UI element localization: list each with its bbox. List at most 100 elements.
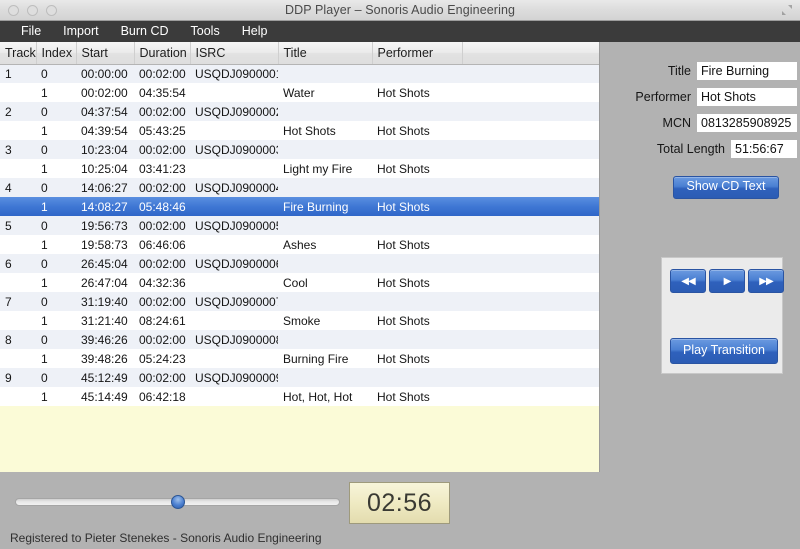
cell-isrc: USQDJ0900005 [190,216,278,235]
table-row[interactable]: 139:48:2605:24:23Burning FireHot Shots [0,349,600,368]
column-header-index[interactable]: Index [36,42,76,64]
title-row: Title [607,62,797,80]
cell-performer: Hot Shots [372,273,462,292]
performer-row: Performer [607,88,797,106]
cell-title [278,254,372,273]
show-cd-text-button[interactable]: Show CD Text [673,176,779,199]
table-row[interactable]: 5019:56:7300:02:00USQDJ0900005 [0,216,600,235]
cell-start: 00:00:00 [76,64,134,83]
menu-tools[interactable]: Tools [180,21,231,42]
cell-performer [372,330,462,349]
cell-title: Hot, Hot, Hot [278,387,372,406]
cell-duration: 00:02:00 [134,216,190,235]
table-row[interactable]: 7031:19:4000:02:00USQDJ0900007 [0,292,600,311]
cell-blank [462,216,600,235]
play-transition-button[interactable]: Play Transition [670,338,778,364]
total-length-label: Total Length [657,142,731,156]
mcn-field[interactable] [697,114,797,132]
menu-import[interactable]: Import [52,21,109,42]
cell-track [0,349,36,368]
table-row[interactable]: 119:58:7306:46:06AshesHot Shots [0,235,600,254]
table-row[interactable]: 104:39:5405:43:25Hot ShotsHot Shots [0,121,600,140]
cell-duration: 00:02:00 [134,368,190,387]
cell-performer [372,292,462,311]
table-row[interactable]: 3010:23:0400:02:00USQDJ0900003 [0,140,600,159]
column-header-title[interactable]: Title [278,42,372,64]
fast-forward-icon[interactable]: ▶▶ [748,269,784,293]
cell-performer: Hot Shots [372,121,462,140]
cell-index: 0 [36,292,76,311]
cell-track: 7 [0,292,36,311]
cell-title [278,368,372,387]
total-length-field [731,140,797,158]
seek-slider-thumb[interactable] [171,495,185,509]
title-field[interactable] [697,62,797,80]
performer-field[interactable] [697,88,797,106]
cell-isrc [190,273,278,292]
table-row[interactable]: 6026:45:0400:02:00USQDJ0900006 [0,254,600,273]
table-row[interactable]: 8039:46:2600:02:00USQDJ0900008 [0,330,600,349]
cell-track: 8 [0,330,36,349]
table-row[interactable]: 100:02:0004:35:54WaterHot Shots [0,83,600,102]
cell-title: Cool [278,273,372,292]
column-header-start[interactable]: Start [76,42,134,64]
cell-duration: 00:02:00 [134,254,190,273]
menu-file[interactable]: File [10,21,52,42]
cell-performer [372,254,462,273]
cell-index: 1 [36,159,76,178]
rewind-icon[interactable]: ◀◀ [670,269,706,293]
title-label: Title [668,64,697,78]
play-icon[interactable]: ▶ [709,269,745,293]
title-bar: DDP Player – Sonoris Audio Engineering [0,0,800,21]
table-row[interactable]: 110:25:0403:41:23Light my FireHot Shots [0,159,600,178]
column-header-duration[interactable]: Duration [134,42,190,64]
cell-duration: 06:42:18 [134,387,190,406]
cell-isrc: USQDJ0900001 [190,64,278,83]
cell-start: 39:48:26 [76,349,134,368]
track-list-panel[interactable]: Track Index Start Duration ISRC Title Pe… [0,42,600,472]
table-row[interactable]: 4014:06:2700:02:00USQDJ0900004 [0,178,600,197]
inspector-panel: Title Performer MCN Total Length Show CD… [601,42,800,472]
cell-index: 0 [36,102,76,121]
menu-bar: File Import Burn CD Tools Help [0,21,800,42]
cell-blank [462,330,600,349]
cell-performer [372,368,462,387]
cell-start: 45:12:49 [76,368,134,387]
table-row[interactable]: 131:21:4008:24:61SmokeHot Shots [0,311,600,330]
cell-duration: 04:32:36 [134,273,190,292]
cell-index: 1 [36,311,76,330]
cell-index: 0 [36,330,76,349]
cell-isrc: USQDJ0900003 [190,140,278,159]
cell-title: Hot Shots [278,121,372,140]
cell-index: 1 [36,121,76,140]
cell-index: 0 [36,64,76,83]
cell-performer [372,64,462,83]
table-row[interactable]: 126:47:0404:32:36CoolHot Shots [0,273,600,292]
menu-help[interactable]: Help [231,21,279,42]
cell-title [278,102,372,121]
cell-index: 0 [36,254,76,273]
cell-start: 14:08:27 [76,197,134,216]
cell-track: 4 [0,178,36,197]
column-header-blank[interactable] [462,42,600,64]
column-header-isrc[interactable]: ISRC [190,42,278,64]
table-row[interactable]: 114:08:2705:48:46Fire BurningHot Shots [0,197,600,216]
window-title: DDP Player – Sonoris Audio Engineering [0,0,800,21]
cell-index: 1 [36,387,76,406]
fullscreen-icon[interactable] [781,4,793,16]
cell-title: Ashes [278,235,372,254]
table-row[interactable]: 9045:12:4900:02:00USQDJ0900009 [0,368,600,387]
column-header-track[interactable]: Track [0,42,36,64]
menu-burn-cd[interactable]: Burn CD [110,21,180,42]
cell-isrc: USQDJ0900004 [190,178,278,197]
cell-performer [372,216,462,235]
cell-duration: 00:02:00 [134,330,190,349]
mcn-row: MCN [607,114,797,132]
cell-start: 45:14:49 [76,387,134,406]
column-header-performer[interactable]: Performer [372,42,462,64]
table-row[interactable]: 2004:37:5400:02:00USQDJ0900002 [0,102,600,121]
table-row[interactable]: 145:14:4906:42:18Hot, Hot, HotHot Shots [0,387,600,406]
table-row[interactable]: 1000:00:0000:02:00USQDJ0900001 [0,64,600,83]
cell-blank [462,140,600,159]
cell-track [0,121,36,140]
